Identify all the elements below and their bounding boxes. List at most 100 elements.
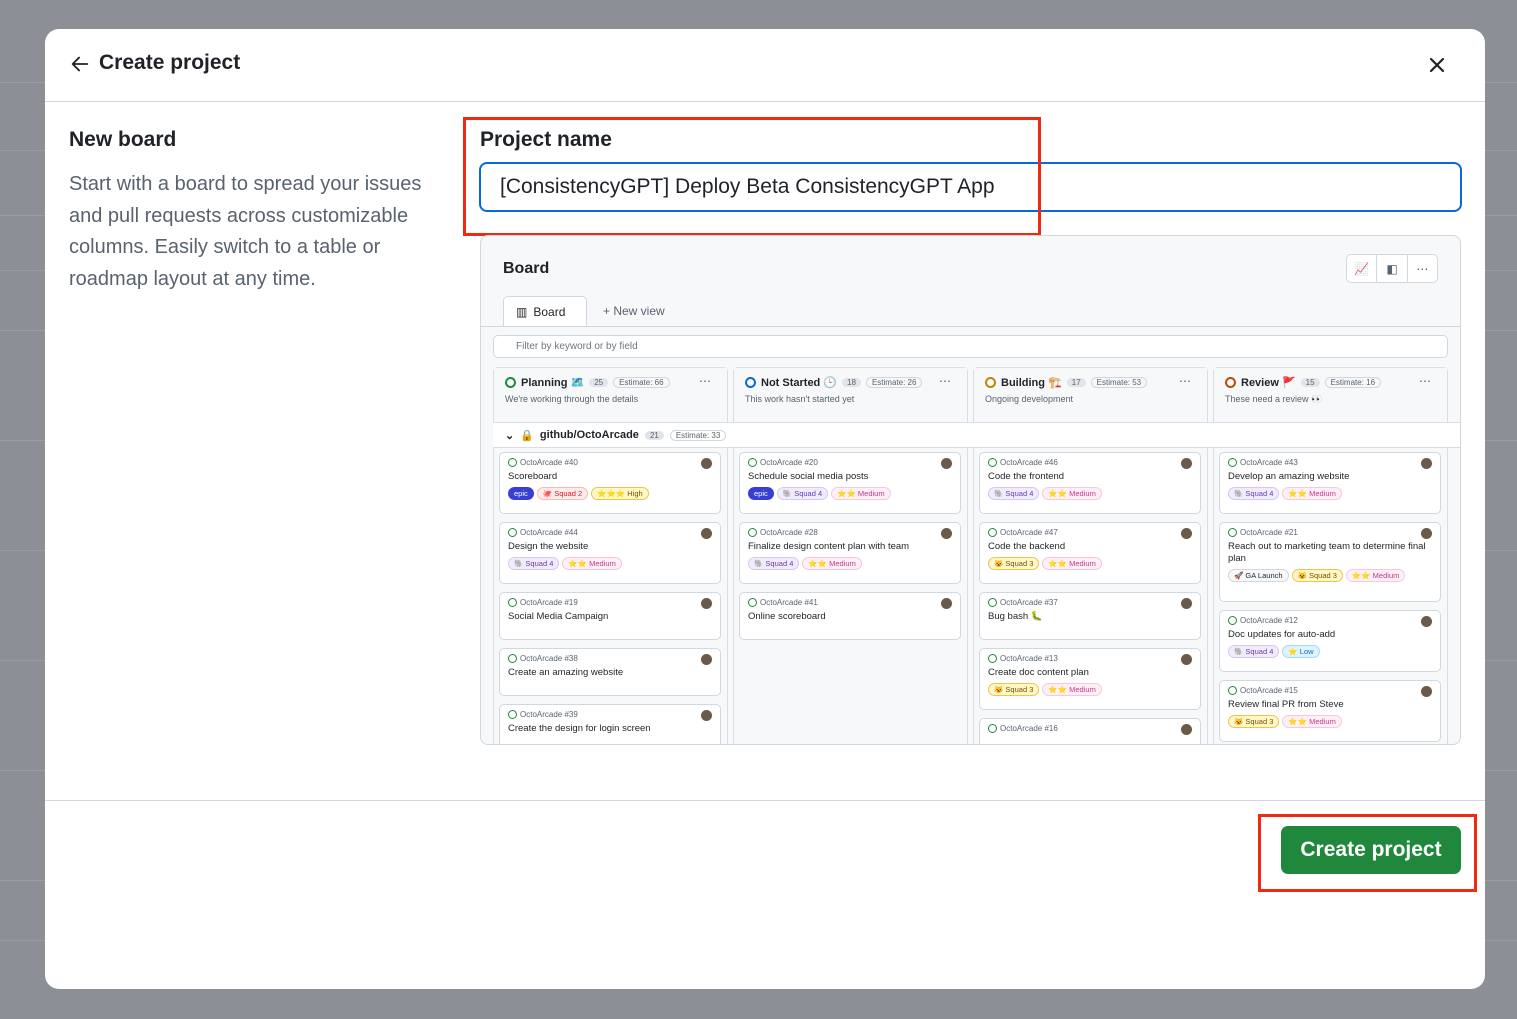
card-ref: OctoArcade #13 (988, 654, 1192, 663)
preview-group-row: ⌄ 🔒 github/OctoArcade 21 Estimate: 33 (493, 422, 1460, 448)
card-ref-text: OctoArcade #47 (1000, 528, 1058, 537)
status-circle-icon (985, 377, 996, 388)
card-ref: OctoArcade #20 (748, 458, 952, 467)
open-issue-icon (508, 710, 517, 719)
dialog-title: Create project (99, 51, 241, 74)
avatar (1181, 598, 1192, 609)
card-ref: OctoArcade #39 (508, 710, 712, 719)
card-ref: OctoArcade #46 (988, 458, 1192, 467)
card-label: ⭐⭐ Medium (1345, 569, 1406, 582)
avatar (1181, 724, 1192, 735)
preview-card: OctoArcade #37 Bug bash 🐛 (979, 592, 1201, 640)
highlight-box-button (1258, 814, 1477, 892)
card-ref: OctoArcade #16 (988, 724, 1192, 733)
card-label: ⭐⭐ Medium (1042, 487, 1102, 500)
card-title: Code the frontend (988, 471, 1065, 482)
avatar (701, 528, 712, 539)
template-description: Start with a board to spread your issues… (69, 173, 422, 290)
card-label: ⭐⭐ Medium (1042, 557, 1102, 570)
avatar (701, 458, 712, 469)
card-label: 😺 Squad 3 (988, 683, 1040, 696)
board-icon: ▥ (516, 305, 528, 319)
card-labels: 🐘 Squad 4 ⭐⭐ Medium (748, 557, 952, 570)
open-issue-icon (1228, 616, 1237, 625)
avatar (701, 598, 712, 609)
card-ref-text: OctoArcade #40 (520, 458, 578, 467)
avatar (1181, 458, 1192, 469)
card-label: ⭐⭐ Medium (1282, 487, 1342, 500)
back-arrow-icon[interactable] (69, 53, 91, 75)
column-count: 15 (1300, 378, 1320, 387)
more-icon: ⋯ (699, 374, 711, 388)
group-name: github/OctoArcade (539, 429, 639, 441)
preview-card: OctoArcade #20 Schedule social media pos… (739, 452, 961, 514)
preview-card: OctoArcade #21 Reach out to marketing te… (1219, 522, 1441, 602)
avatar (941, 528, 952, 539)
lock-icon: 🔒 (520, 429, 534, 442)
card-labels: 🐘 Squad 4 ⭐ Low (1228, 645, 1432, 658)
card-labels: 🚀 GA Launch 😺 Squad 3 ⭐⭐ Medium (1228, 569, 1432, 582)
card-ref-text: OctoArcade #28 (760, 528, 818, 537)
preview-card: OctoArcade #19 Social Media Campaign (499, 592, 721, 640)
preview-card: OctoArcade #41 Online scoreboard (739, 592, 961, 640)
column-count: 25 (589, 378, 609, 387)
card-title: Bug bash 🐛 (988, 611, 1043, 622)
open-issue-icon (508, 654, 517, 663)
column-title: Review 🚩 15 Estimate: 16 (1225, 376, 1436, 389)
card-ref: OctoArcade #41 (748, 598, 952, 607)
card-labels: 🐘 Squad 4 ⭐⭐ Medium (508, 557, 712, 570)
card-title: Create an amazing website (508, 667, 624, 678)
card-title: Create the design for login screen (508, 723, 651, 734)
group-estimate: Estimate: 33 (669, 429, 727, 441)
more-icon: ⋯ (1419, 374, 1431, 388)
avatar (701, 710, 712, 721)
card-label: 😺 Squad 3 (988, 557, 1040, 570)
preview-divider (481, 326, 1460, 327)
card-ref: OctoArcade #15 (1228, 686, 1432, 695)
card-label: ⭐⭐ Medium (1282, 715, 1342, 728)
open-issue-icon (988, 598, 997, 607)
card-label: 🚀 GA Launch (1228, 569, 1289, 582)
column-description: We're working through the details (505, 394, 639, 404)
open-issue-icon (508, 528, 517, 537)
card-ref-text: OctoArcade #39 (520, 710, 578, 719)
open-issue-icon (988, 458, 997, 467)
open-issue-icon (1228, 686, 1237, 695)
column-description: This work hasn't started yet (745, 394, 855, 404)
more-icon: ⋯ (1179, 374, 1191, 388)
preview-filter: Filter by keyword or by field (493, 335, 1448, 358)
template-heading: New board (69, 128, 177, 151)
column-count: 18 (842, 378, 861, 387)
panel-icon: ◧ (1377, 255, 1408, 282)
card-ref: OctoArcade #47 (988, 528, 1192, 537)
close-icon[interactable] (1427, 55, 1447, 75)
card-title: Finalize design content plan with team (748, 541, 910, 552)
preview-toolbar: 📈 ◧ ⋯ (1346, 254, 1438, 283)
open-issue-icon (988, 724, 997, 733)
card-title: Reach out to marketing team to determine… (1228, 541, 1426, 564)
column-count: 17 (1066, 378, 1086, 387)
card-ref: OctoArcade #12 (1228, 616, 1432, 625)
card-label: ⭐⭐⭐ High (591, 487, 649, 500)
preview-card: OctoArcade #46 Code the frontend 🐘 Squad… (979, 452, 1201, 514)
preview-card: OctoArcade #16 (979, 718, 1201, 744)
avatar (1421, 528, 1432, 539)
card-ref-text: OctoArcade #15 (1240, 686, 1298, 695)
preview-card: OctoArcade #43 Develop an amazing websit… (1219, 452, 1441, 514)
column-estimate: Estimate: 26 (865, 377, 923, 388)
status-circle-icon (505, 377, 516, 388)
card-title: Design the website (508, 541, 589, 552)
chevron-down-icon: ⌄ (505, 429, 515, 442)
highlight-box-name (463, 117, 1041, 236)
card-labels: 🐘 Squad 4 ⭐⭐ Medium (988, 487, 1192, 500)
avatar (1421, 616, 1432, 627)
more-icon: ⋯ (939, 374, 951, 388)
card-label: 🐘 Squad 4 (508, 557, 560, 570)
card-label: 🐘 Squad 4 (1228, 645, 1280, 658)
card-ref-text: OctoArcade #20 (760, 458, 818, 467)
preview-card: OctoArcade #28 Finalize design content p… (739, 522, 961, 584)
card-ref-text: OctoArcade #44 (520, 528, 578, 537)
column-description: These need a review 👀 (1225, 394, 1323, 404)
card-labels: epic 🐙 Squad 2 ⭐⭐⭐ High (508, 487, 712, 500)
preview-card: OctoArcade #40 Scoreboard epic 🐙 Squad 2 ⭐… (499, 452, 721, 514)
